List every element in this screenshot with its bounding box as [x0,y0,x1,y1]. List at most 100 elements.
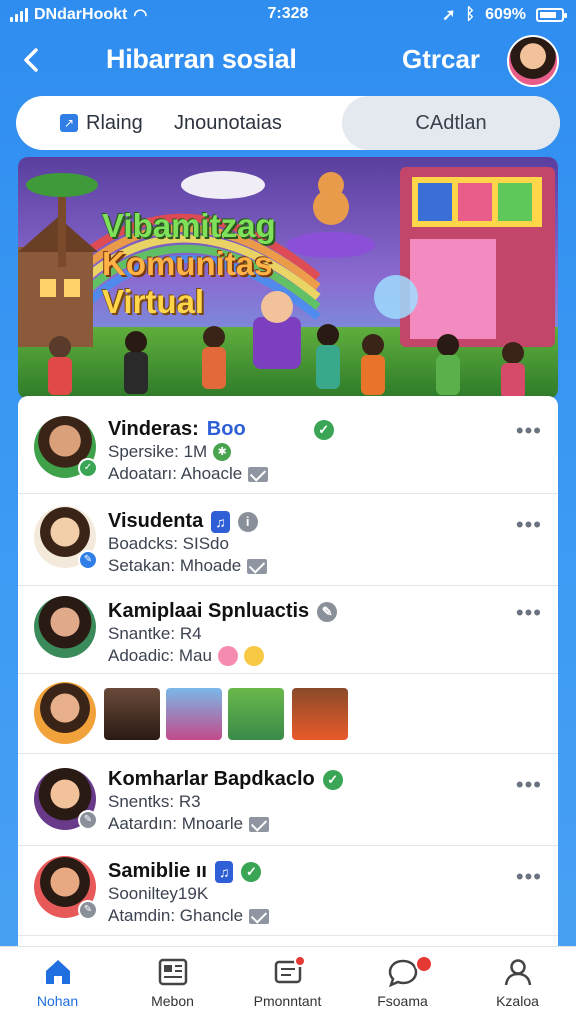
media-strip [18,674,558,754]
item-subtitle: Spersike: 1M ✱ [108,442,232,462]
music-icon: ♫ [214,860,234,883]
banner-line-1: Vibamitzag [102,207,276,244]
item-subtitle: Sooniltey19K [108,884,208,904]
nav-profile[interactable]: Kzaloa [460,947,575,1024]
edit-icon: ✎ [317,601,338,622]
item-line1: Spersike: 1M [108,442,208,461]
nav-label: Pmonntant [253,993,322,1009]
smile-icon [243,646,264,666]
list-item[interactable]: ✎ Samiblie ıı ♫ ✓ Sooniltey19K Atamdin: … [18,846,558,936]
online-badge: ✓ [78,458,98,478]
item-line1: Snentks: R3 [108,792,201,811]
banner-title: Vibamitzag Komunitas Virtual [102,207,276,321]
verified-icon: ✓ [313,419,334,440]
item-title: Samiblie ıı ♫ ✓ [108,860,262,883]
tab-cadtlan[interactable]: CAdtlan [342,96,560,150]
chart-icon: ↗ [60,114,78,132]
leaf-icon: ✱ [213,443,232,461]
online-badge: ✎ [78,810,98,830]
header-action-button[interactable]: Gtrcar [402,44,480,75]
avatar [34,596,96,658]
media-thumbnail[interactable] [104,688,160,740]
back-button[interactable] [14,40,50,80]
music-icon: ♫ [211,510,230,533]
online-badge: ✎ [78,550,98,570]
item-line2: Adoatarı: Ahoacle [108,464,243,483]
verified-icon: ✓ [241,861,262,882]
item-line1: Sooniltey19K [108,884,209,903]
list-item[interactable]: Kamiplaai Spnluactis ✎ Snantke: R4 Adoad… [18,586,558,674]
item-name: Kamiplaai Spnluactis [108,600,310,622]
media-thumbnail[interactable] [228,688,284,740]
nav-news[interactable]: Mebon [115,947,230,1024]
item-line2: Atamdin: Ghancle [108,906,244,925]
mail-icon [248,466,269,482]
item-line2: Adoadic: Mau [108,646,212,665]
item-title: Kamiplaai Spnluactis ✎ [108,600,338,623]
list-item[interactable]: ✎ Komharlar Bapdkaclo ✓ Snentks: R3 Aata… [18,754,558,846]
verified-icon: ✓ [322,769,343,790]
user-avatar[interactable] [507,35,559,87]
avatar[interactable] [34,682,96,744]
mail-icon [249,816,270,832]
list-item[interactable]: ✎ Visudenta ♫ i Boadcks: SISdo Setakan: … [18,494,558,586]
nav-label: Nohan [36,993,79,1009]
more-options-icon[interactable]: ••• [516,512,542,538]
item-subtitle-2: Adoadic: Mau [108,646,264,666]
item-name: Visudenta [108,510,204,532]
item-name-tag: Boo [206,418,246,440]
tab-label: Rlaing [86,112,143,134]
item-line2: Setakan: Mhoade [108,556,242,575]
profile-icon [504,959,532,986]
media-thumbnail[interactable] [166,688,222,740]
banner-line-2: Komunitas [102,245,273,282]
item-title: Vinderas: Boo ✓ [108,418,334,441]
mail-icon [249,908,270,924]
item-subtitle-2: Setakan: Mhoade [108,556,268,576]
list-item[interactable]: ✓ Vinderas: Boo ✓ Spersike: 1M ✱ Adoatar… [18,396,558,494]
banner-illustration [18,157,558,399]
nav-label: Mebon [151,993,194,1009]
more-options-icon[interactable]: ••• [516,600,542,626]
mail-icon [247,558,268,574]
home-icon [46,960,70,984]
app-header: Hibarran sosial Gtrcar [0,28,576,94]
item-subtitle-2: Adoatarı: Ahoacle [108,464,269,484]
item-subtitle-2: Atamdin: Ghancle [108,906,270,926]
nav-chat[interactable]: Fsoama [345,947,460,1024]
bottom-navigation: Nohan Mebon Pmonntant Fsoama Kzaloa [0,946,576,1024]
nav-home[interactable]: Nohan [0,947,115,1024]
bluetooth-icon: ᛒ [465,6,476,23]
item-subtitle: Snantke: R4 [108,624,202,644]
emoji-icon [217,646,238,666]
online-badge: ✎ [78,900,98,920]
notification-dot [294,955,306,967]
tab-rlaing[interactable]: ↗ Rlaing [60,96,143,150]
item-name: Komharlar Bapdkaclo [108,768,315,790]
item-line1: Boadcks: SISdo [108,534,229,553]
item-title: Visudenta ♫ i [108,510,258,533]
item-subtitle-2: Aatardın: Mnoarle [108,814,270,834]
community-list: ✓ Vinderas: Boo ✓ Spersike: 1M ✱ Adoatar… [18,396,558,946]
item-line2: Aatardın: Mnoarle [108,814,244,833]
more-options-icon[interactable]: ••• [516,418,542,444]
nav-label: Fsoama [377,993,428,1009]
community-banner[interactable]: Vibamitzag Komunitas Virtual [18,157,558,399]
item-subtitle: Snentks: R3 [108,792,201,812]
chat-badge [415,955,433,973]
item-line1: Snantke: R4 [108,624,202,643]
battery-percent: 609% [485,6,526,23]
nav-notifications[interactable]: Pmonntant [230,947,345,1024]
item-name: Vinderas: [108,418,199,440]
more-options-icon[interactable]: ••• [516,864,542,890]
page-title: Hibarran sosial [106,44,297,74]
tab-jnounotaias[interactable]: Jnounotaias [174,96,282,150]
more-options-icon[interactable]: ••• [516,772,542,798]
media-thumbnail[interactable] [292,688,348,740]
nav-label: Kzaloa [496,993,539,1009]
chevron-left-icon [24,48,38,72]
status-bar: DNdarHookt ◠ 7:328 ➚ ᛒ 609% [0,0,576,28]
tab-bar: ↗ Rlaing Jnounotaias CAdtlan [16,96,560,150]
news-icon [158,958,188,986]
location-icon: ➚ [442,7,456,24]
